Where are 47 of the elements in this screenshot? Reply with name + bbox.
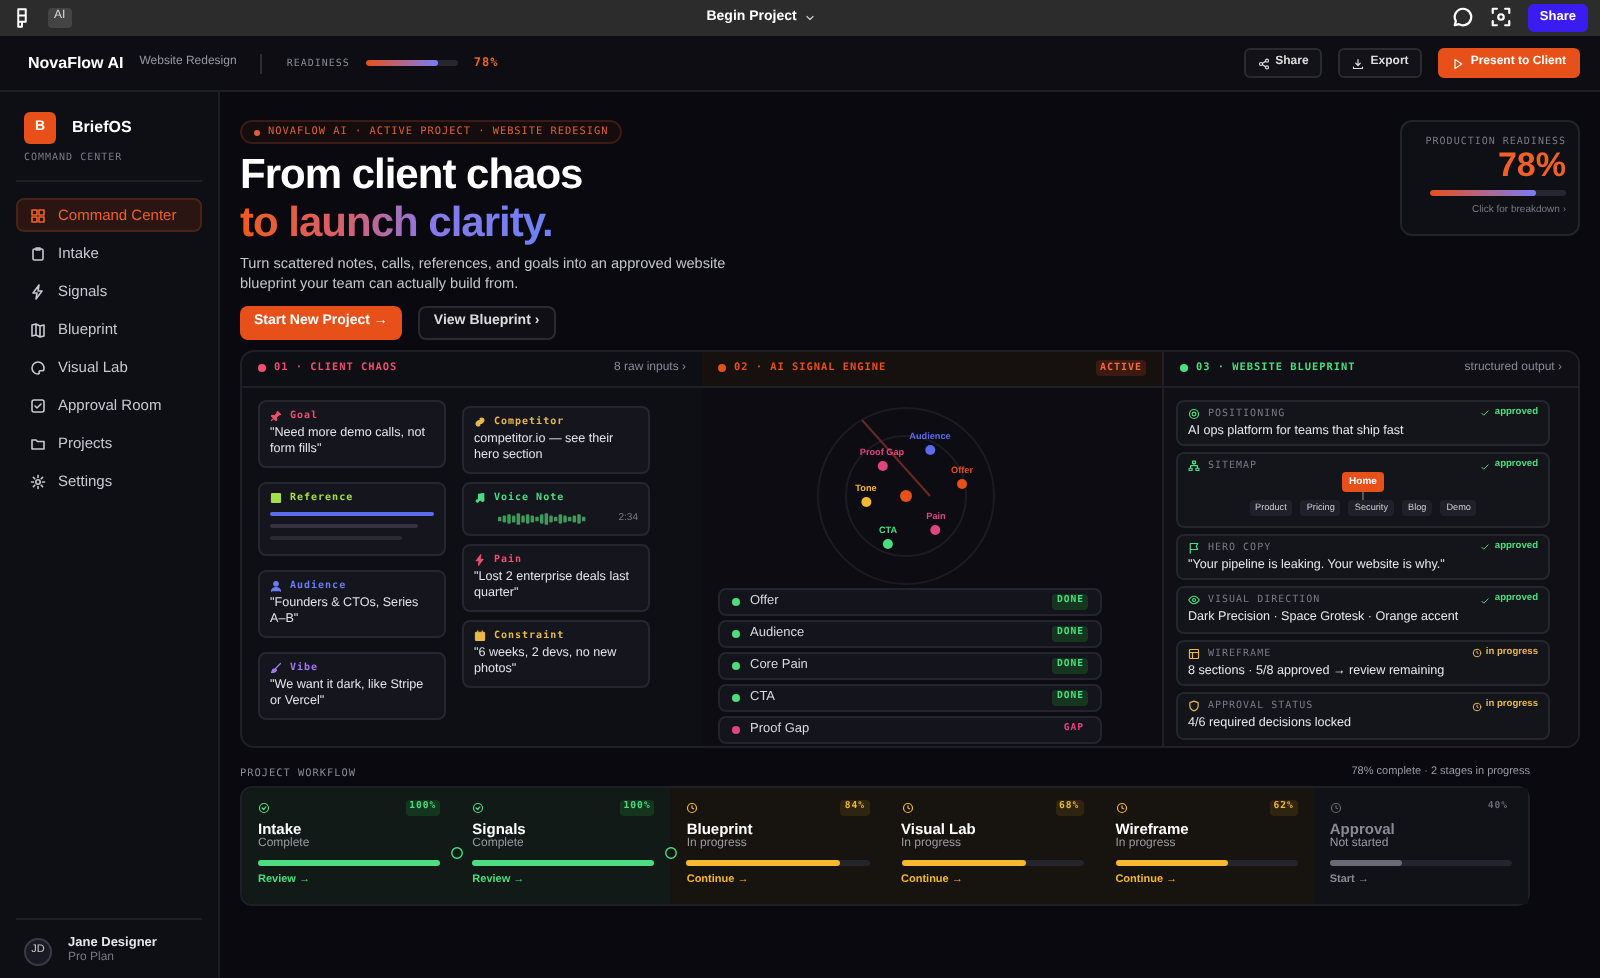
check-icon	[1480, 542, 1491, 553]
map-icon	[30, 321, 46, 337]
play-icon	[1452, 57, 1465, 69]
brackets-icon	[1489, 6, 1512, 29]
grid-icon	[30, 207, 46, 223]
check-circle-icon	[258, 801, 270, 814]
clock-icon	[1471, 648, 1482, 659]
readiness-progress	[1430, 190, 1566, 196]
sitemap-icon	[1188, 460, 1200, 473]
node-dot[interactable]	[925, 445, 935, 456]
connector-ring-icon	[664, 845, 679, 860]
comment-icon	[1451, 6, 1474, 29]
node-dot[interactable]	[931, 525, 941, 536]
settings-icon	[30, 473, 46, 489]
palette-icon	[30, 359, 46, 375]
target-icon	[1188, 407, 1200, 420]
check-icon	[1480, 595, 1491, 606]
clock-icon	[1471, 701, 1482, 712]
layout-icon	[1188, 647, 1200, 660]
folder-icon	[30, 435, 46, 451]
clock-icon	[1329, 801, 1342, 814]
readiness-percent: 78%	[1495, 148, 1566, 184]
check-icon	[1480, 408, 1491, 419]
bolt-icon	[30, 283, 46, 299]
brand-name: BriefOS	[72, 118, 132, 138]
headline-accent: to launch clarity.	[240, 200, 553, 247]
checkbox-icon	[30, 397, 46, 413]
clipboard-icon	[30, 245, 46, 261]
node-dot[interactable]	[957, 479, 967, 490]
node-dot[interactable]	[877, 461, 887, 472]
flag-icon	[1188, 541, 1200, 554]
headline: From client chaos	[240, 152, 585, 201]
readiness-bar	[365, 60, 458, 66]
caret-icon	[804, 11, 817, 24]
clock-icon	[1115, 801, 1128, 814]
download-icon	[1352, 57, 1365, 69]
connector-ring-icon	[450, 845, 465, 860]
node-dot[interactable]	[861, 497, 871, 508]
eye-icon	[1188, 594, 1200, 607]
check-icon	[1480, 461, 1491, 472]
check-circle-icon	[472, 801, 485, 814]
node-dot[interactable]	[883, 539, 893, 550]
clock-icon	[686, 801, 699, 814]
shield-icon	[1188, 700, 1200, 713]
share-icon	[1257, 57, 1270, 69]
app-name: NovaFlow AI	[28, 53, 124, 73]
clock-icon	[901, 801, 914, 814]
